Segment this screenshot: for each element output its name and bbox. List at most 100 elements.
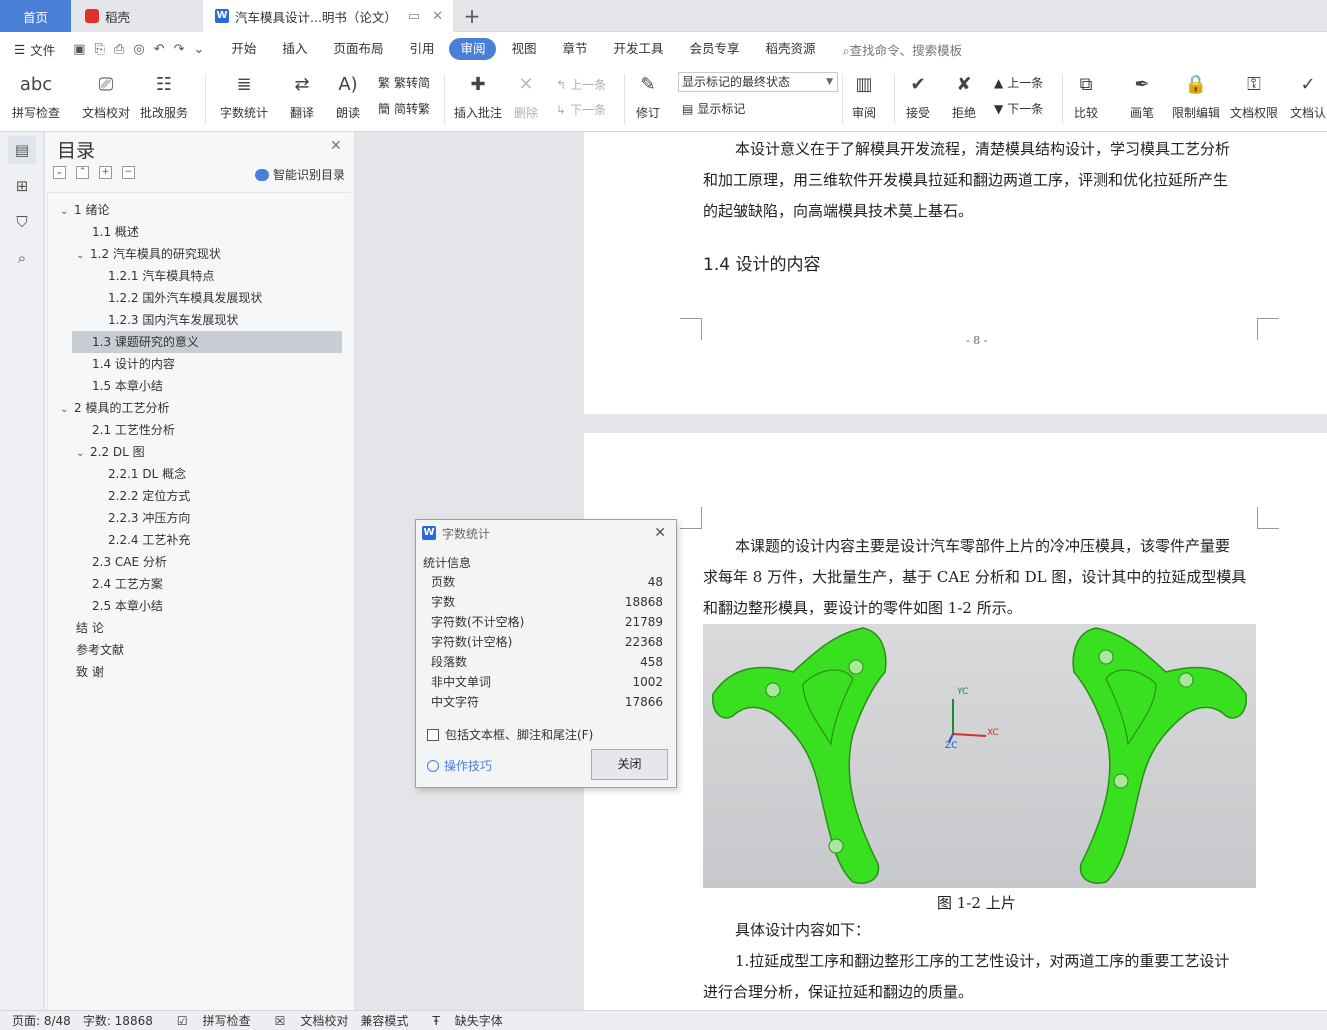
monitor-icon[interactable]: ▭ [408,9,420,24]
tips-link[interactable]: 操作技巧 [427,757,492,774]
simp-to-trad-button[interactable]: 簡简转繁 [378,100,430,117]
checkbox-box[interactable] [427,728,439,741]
toc-item-label: 2.4 工艺方案 [92,577,163,591]
toc-item[interactable]: 2.2.4 工艺补充 [108,529,190,551]
toc-item[interactable]: 1.2.2 国外汽车模具发展现状 [108,287,262,309]
toc-item[interactable]: 2.1 工艺性分析 [92,419,175,441]
ribbon-separator [444,74,445,124]
undo-icon[interactable]: ↶ [154,42,165,57]
review-pane-button[interactable]: ▥ 审阅 [850,70,878,121]
toc-item[interactable]: 1.2.1 汽车模具特点 [108,265,214,287]
menu-review[interactable]: 审阅 [449,38,497,60]
toc-panel: 目录 ✕ ⌄ ⌃ + − 智能识别目录 ⌄ 1 绪论 1.1 概述 ⌄ 1.2 汽车… [45,132,398,1010]
delete-comment-button[interactable]: ✕ 删除 [512,70,540,121]
bookmark-icon[interactable]: ⛉ [8,208,36,236]
tab-daoke[interactable]: 稻壳 [71,0,201,32]
toc-item[interactable]: 2.2.3 冲压方向 [108,507,190,529]
toc-item[interactable]: 2.5 本章小结 [92,595,163,617]
prev-change-button[interactable]: ▲ 上一条 [994,74,1043,91]
prev-comment-button[interactable]: ↰ 上一条 [556,76,606,93]
toc-item[interactable]: ⌄ 2.2 DL 图 [76,441,145,463]
tab-home[interactable]: 首页 [0,0,71,32]
accept-button[interactable]: ✔ 接受 [904,70,932,121]
chapter-nav-icon[interactable]: ⊞ [8,172,36,200]
reject-button[interactable]: ✘ 拒绝 [950,70,978,121]
expand-all-icon[interactable]: ⌃ [76,166,89,179]
command-search[interactable]: ⌕查找命令、搜索模板 [843,40,963,59]
toc-item[interactable]: 1.4 设计的内容 [92,353,175,375]
collapse-all-icon[interactable]: ⌄ [53,166,66,179]
print-icon[interactable]: ⎙ [114,42,124,57]
menu-insert[interactable]: 插入 [271,38,318,60]
file-menu[interactable]: ☰ 文件 [14,40,55,59]
next-comment-button[interactable]: ↳ 下一条 [556,101,606,118]
redo-icon[interactable]: ↷ [174,42,185,57]
search-icon[interactable]: ⌕ [8,244,36,272]
menu-view[interactable]: 视图 [500,38,547,60]
menu-layout[interactable]: 页面布局 [322,38,394,60]
toc-item-label: 1.2 汽车模具的研究现状 [90,247,221,261]
menu-chapter[interactable]: 章节 [552,38,599,60]
toc-item[interactable]: 2.2.2 定位方式 [108,485,190,507]
menu-start[interactable]: 开始 [220,38,267,60]
new-tab-button[interactable]: + [460,0,484,32]
translate-button[interactable]: ⇄ 翻译 [288,70,316,121]
read-aloud-label: 朗读 [335,106,360,120]
toc-item[interactable]: 2.3 CAE 分析 [92,551,167,573]
show-markup-button[interactable]: ▤ 显示标记 [682,100,745,117]
toc-pane-icon[interactable]: ▤ [8,136,36,164]
toc-item[interactable]: ⌄ 2 模具的工艺分析 [60,397,169,419]
toc-item-label: 2.2.2 定位方式 [108,489,191,503]
close-tab-icon[interactable]: ✕ [432,9,443,24]
toc-item[interactable]: 结 论 [76,617,104,639]
word-count-indicator[interactable]: 字数: 18868 [83,1012,153,1029]
toc-item[interactable]: 致 谢 [76,661,104,683]
read-aloud-button[interactable]: A) 朗读 [334,70,362,121]
more-icon[interactable]: ⌄ [194,42,205,57]
batch-service-button[interactable]: ☷ 批改服务 [140,70,188,121]
doc-auth-button[interactable]: ✓ 文档认 [1290,70,1326,121]
revise-button[interactable]: ✎ 修订 [634,70,662,121]
include-textbox-checkbox[interactable]: 包括文本框、脚注和尾注(F) [427,726,593,743]
pen-button[interactable]: ✒ 画笔 [1128,70,1156,121]
menu-reference[interactable]: 引用 [398,38,445,60]
add-heading-icon[interactable]: + [99,166,112,179]
smart-toc-button[interactable]: 智能识别目录 [255,166,345,183]
toc-item[interactable]: 1.5 本章小结 [92,375,163,397]
wordcount-button[interactable]: ≣ 字数统计 [220,70,268,121]
menu-member[interactable]: 会员专享 [679,38,751,60]
markup-state-select[interactable]: 显示标记的最终状态 ▼ [678,72,838,92]
spellcheck-status[interactable]: ☑ 拼写检查 [165,1012,251,1029]
spellcheck-button[interactable]: abc 拼写检查 [12,70,60,121]
toc-item[interactable]: 1.2.3 国内汽车发展现状 [108,309,238,331]
close-icon[interactable]: ✕ [654,525,666,541]
insert-comment-button[interactable]: ✚ 插入批注 [454,70,502,121]
toc-item[interactable]: ⌄ 1.2 汽车模具的研究现状 [76,243,221,265]
next-change-button[interactable]: ▼ 下一条 [994,100,1043,117]
page-indicator[interactable]: 页面: 8/48 [12,1012,71,1029]
missing-font-status[interactable]: Ŧ 缺失字体 [420,1012,502,1029]
trad-to-simp-button[interactable]: 繁繁转简 [378,74,430,91]
toc-item[interactable]: 1.1 概述 [92,221,139,243]
toc-item[interactable]: 2.4 工艺方案 [92,573,163,595]
close-icon[interactable]: ✕ [330,138,342,154]
doccheck-status[interactable]: ☒ 文档校对 [263,1012,349,1029]
preview-icon[interactable]: ◎ [133,42,144,57]
toc-item[interactable]: ⌄ 1 绪论 [60,199,109,221]
menu-devtools[interactable]: 开发工具 [603,38,675,60]
tab-document[interactable]: W 汽车模具设计...明书（论文） ▭ ✕ [203,0,453,32]
doc-permission-button[interactable]: ⚿ 文档权限 [1230,70,1278,121]
close-button[interactable]: 关闭 [591,749,668,780]
menu-resources[interactable]: 稻壳资源 [755,38,827,60]
toc-item[interactable]: 2.2.1 DL 概念 [108,463,186,485]
export-icon[interactable]: ⎘ [95,42,105,57]
menu-items: 开始 插入 页面布局 引用 审阅 视图 章节 开发工具 会员专享 稻壳资源 [220,38,830,60]
paragraph-line: 和翻边整形模具，要设计的零件如图 1-2 所示。 [703,599,1022,617]
doccheck-button[interactable]: ⎚ 文档校对 [82,70,130,121]
toc-item[interactable]: 参考文献 [76,639,124,661]
compare-button[interactable]: ⧉ 比较 [1072,70,1100,121]
save-icon[interactable]: ▣ [73,42,85,57]
remove-heading-icon[interactable]: − [122,166,135,179]
toc-item-selected[interactable]: 1.3 课题研究的意义 [72,331,342,353]
restrict-edit-button[interactable]: 🔒 限制编辑 [1172,70,1220,121]
